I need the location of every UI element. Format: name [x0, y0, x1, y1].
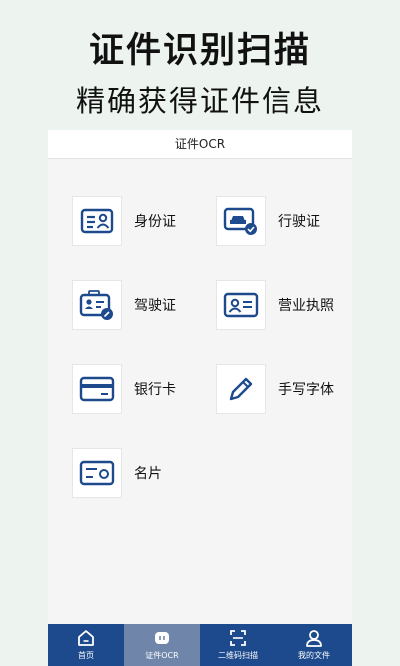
driver-license-icon [72, 280, 122, 330]
grid-item-label: 名片 [134, 466, 162, 482]
tab-label: 二维码扫描 [218, 651, 258, 660]
tab-label: 我的文件 [298, 651, 330, 660]
grid-item-label: 行驶证 [278, 214, 320, 230]
grid-item-label: 银行卡 [134, 382, 176, 398]
business-card-icon [72, 448, 122, 498]
vehicle-license-icon [216, 196, 266, 246]
home-icon [78, 630, 94, 646]
bottom-tab-bar: 首页 证件OCR 二维码扫描 我的文件 [48, 624, 352, 666]
grid-item-vehicle-license[interactable]: 行驶证 [216, 196, 320, 246]
tab-home[interactable]: 首页 [48, 624, 124, 666]
page-title: 证件OCR [48, 130, 352, 159]
tab-qr-scan[interactable]: 二维码扫描 [200, 624, 276, 666]
grid-item-driver-license[interactable]: 驾驶证 [72, 280, 176, 330]
promo-title: 证件识别扫描 [88, 31, 311, 71]
bank-card-icon [72, 364, 122, 414]
grid-item-id-card[interactable]: 身份证 [72, 196, 176, 246]
tab-label: 首页 [78, 651, 94, 660]
qr-scan-icon [230, 630, 246, 646]
id-card-icon [72, 196, 122, 246]
grid-item-label: 手写字体 [278, 382, 334, 398]
business-license-icon [216, 280, 266, 330]
grid-item-bank-card[interactable]: 银行卡 [72, 364, 176, 414]
ocr-icon [155, 632, 169, 644]
tab-my-files[interactable]: 我的文件 [276, 624, 352, 666]
tab-label: 证件OCR [145, 651, 179, 660]
grid-item-label: 营业执照 [278, 298, 334, 314]
app-screen: 证件OCR 身份证 行驶证 驾驶证 营业执照 银行卡 手写字体 名片 首页 证件… [48, 130, 352, 666]
grid-item-handwriting[interactable]: 手写字体 [216, 364, 334, 414]
pen-icon [216, 364, 266, 414]
tab-ocr[interactable]: 证件OCR [124, 624, 200, 666]
promo-subtitle: 精确获得证件信息 [75, 84, 324, 118]
user-icon [306, 630, 322, 647]
grid-item-label: 身份证 [134, 214, 176, 230]
grid-item-label: 驾驶证 [134, 298, 176, 314]
grid-item-business-license[interactable]: 营业执照 [216, 280, 334, 330]
grid-item-business-card[interactable]: 名片 [72, 448, 162, 498]
